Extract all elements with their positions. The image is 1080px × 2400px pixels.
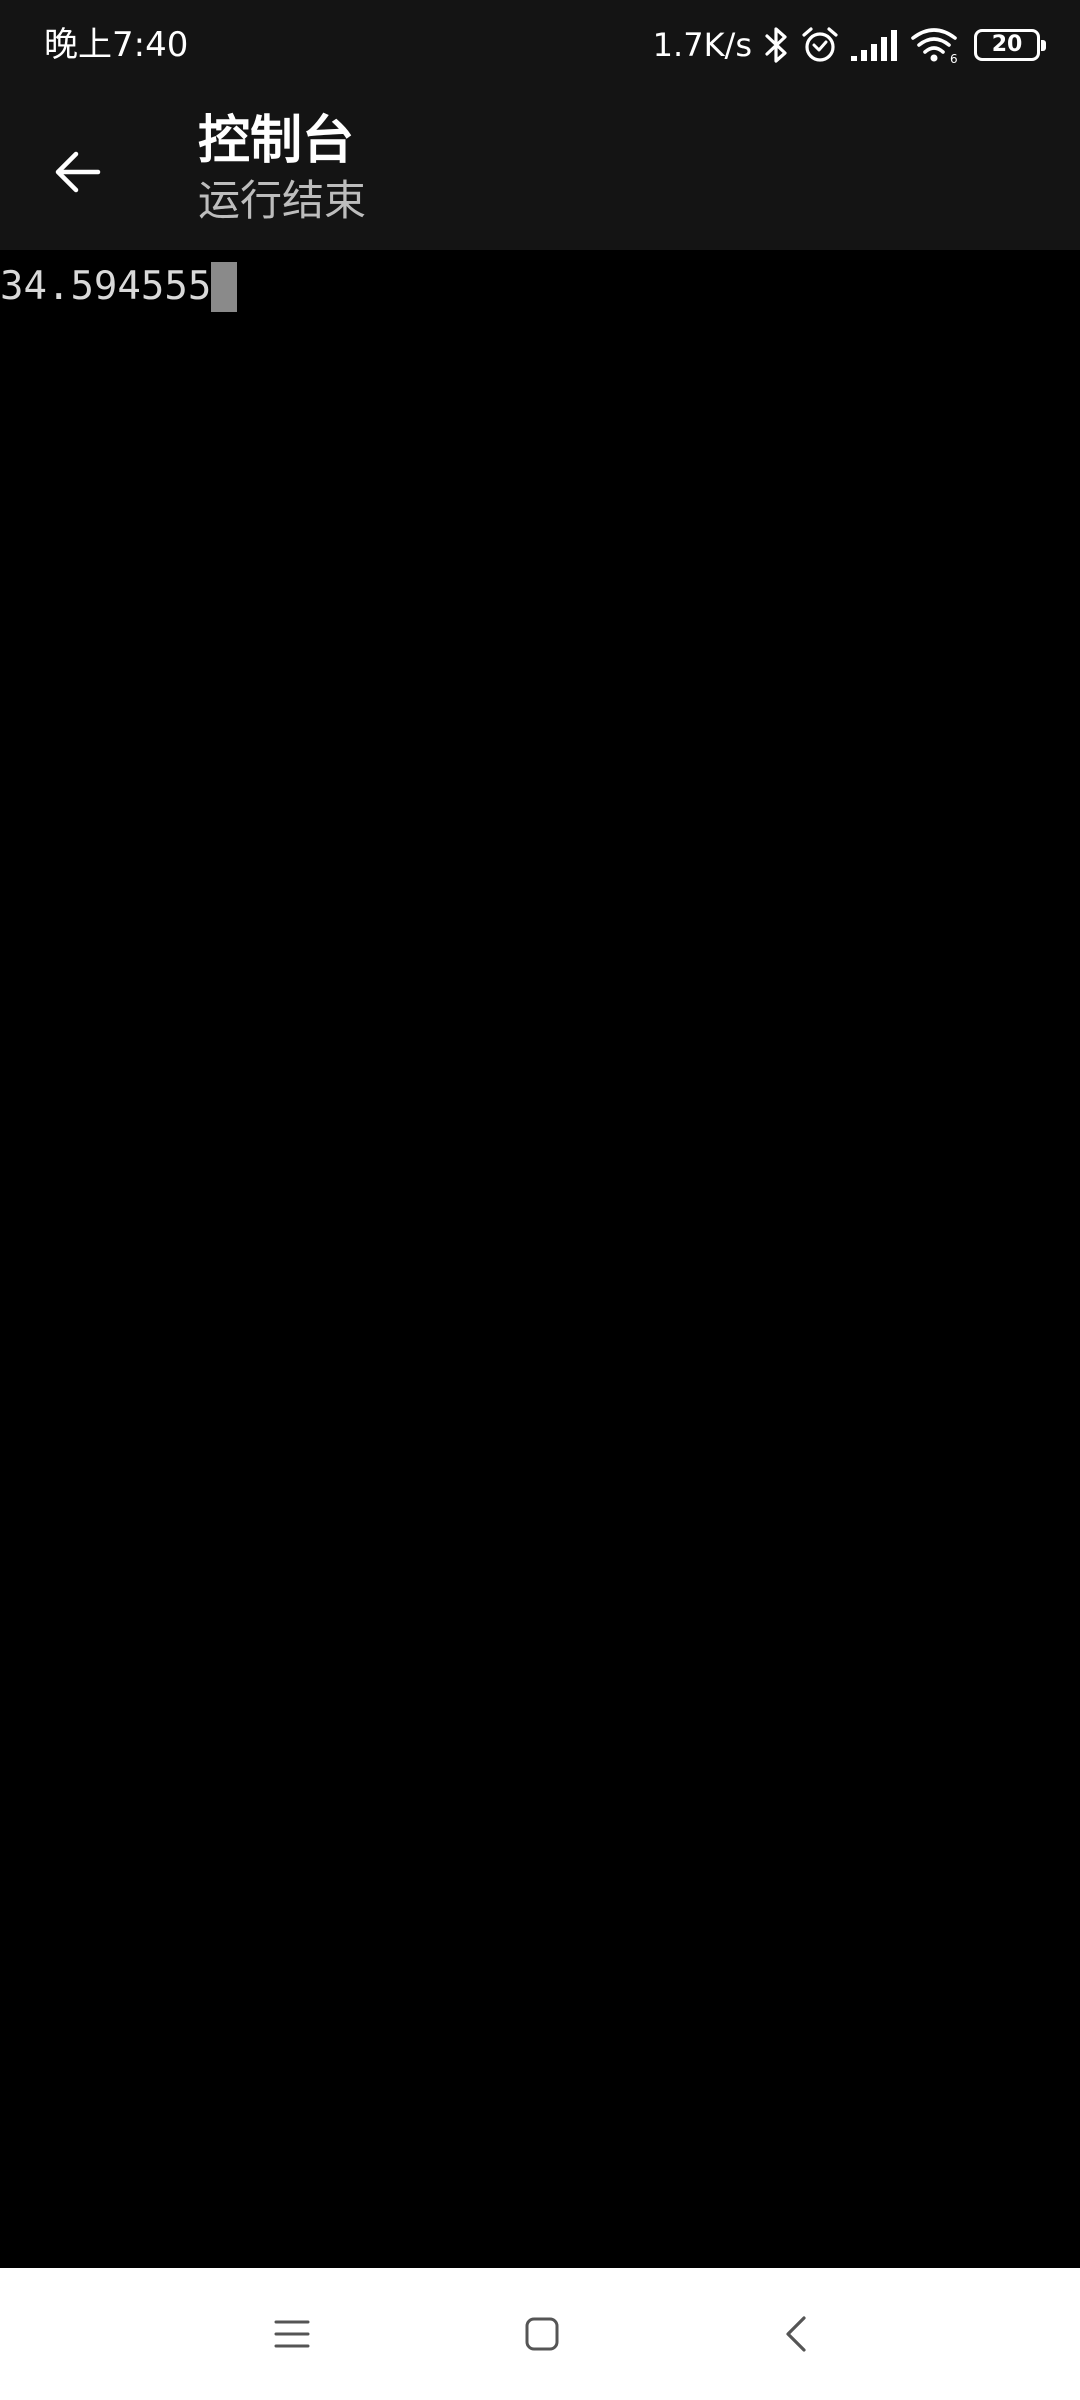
title-block: 控制台 运行结束 xyxy=(198,108,366,228)
home-button[interactable] xyxy=(502,2294,582,2374)
arrow-left-icon xyxy=(55,151,101,193)
back-button[interactable] xyxy=(36,130,120,214)
status-bar: 晚上7:40 1.7K/s 6 20 xyxy=(0,0,1080,90)
battery-icon: 20 xyxy=(974,29,1046,61)
console-output-area[interactable]: 34.594555 xyxy=(0,250,1080,2268)
status-time: 晚上7:40 xyxy=(44,25,189,65)
page-title: 控制台 xyxy=(198,111,355,171)
nav-back-button[interactable] xyxy=(756,2294,836,2374)
text-cursor xyxy=(211,262,238,312)
navigation-bar xyxy=(0,2268,1080,2400)
back-icon xyxy=(786,2316,806,2352)
menu-icon xyxy=(274,2320,310,2348)
wifi-icon: 6 xyxy=(910,26,960,64)
svg-text:6: 6 xyxy=(950,52,958,64)
console-line: 34.594555 xyxy=(0,262,238,312)
home-icon xyxy=(525,2317,559,2351)
page-subtitle: 运行结束 xyxy=(198,176,367,225)
signal-icon xyxy=(850,28,900,62)
battery-level: 20 xyxy=(991,32,1023,57)
recent-apps-button[interactable] xyxy=(252,2294,332,2374)
app-bar: 控制台 运行结束 xyxy=(0,90,1080,250)
network-speed: 1.7K/s xyxy=(652,26,752,64)
status-icons: 1.7K/s 6 20 xyxy=(652,20,1046,70)
alarm-icon xyxy=(800,25,840,65)
console-output-text: 34.594555 xyxy=(0,264,212,309)
bluetooth-icon xyxy=(764,25,790,65)
screen: 晚上7:40 1.7K/s 6 20 控制台 运行结束 34.594555 xyxy=(0,0,1080,2400)
